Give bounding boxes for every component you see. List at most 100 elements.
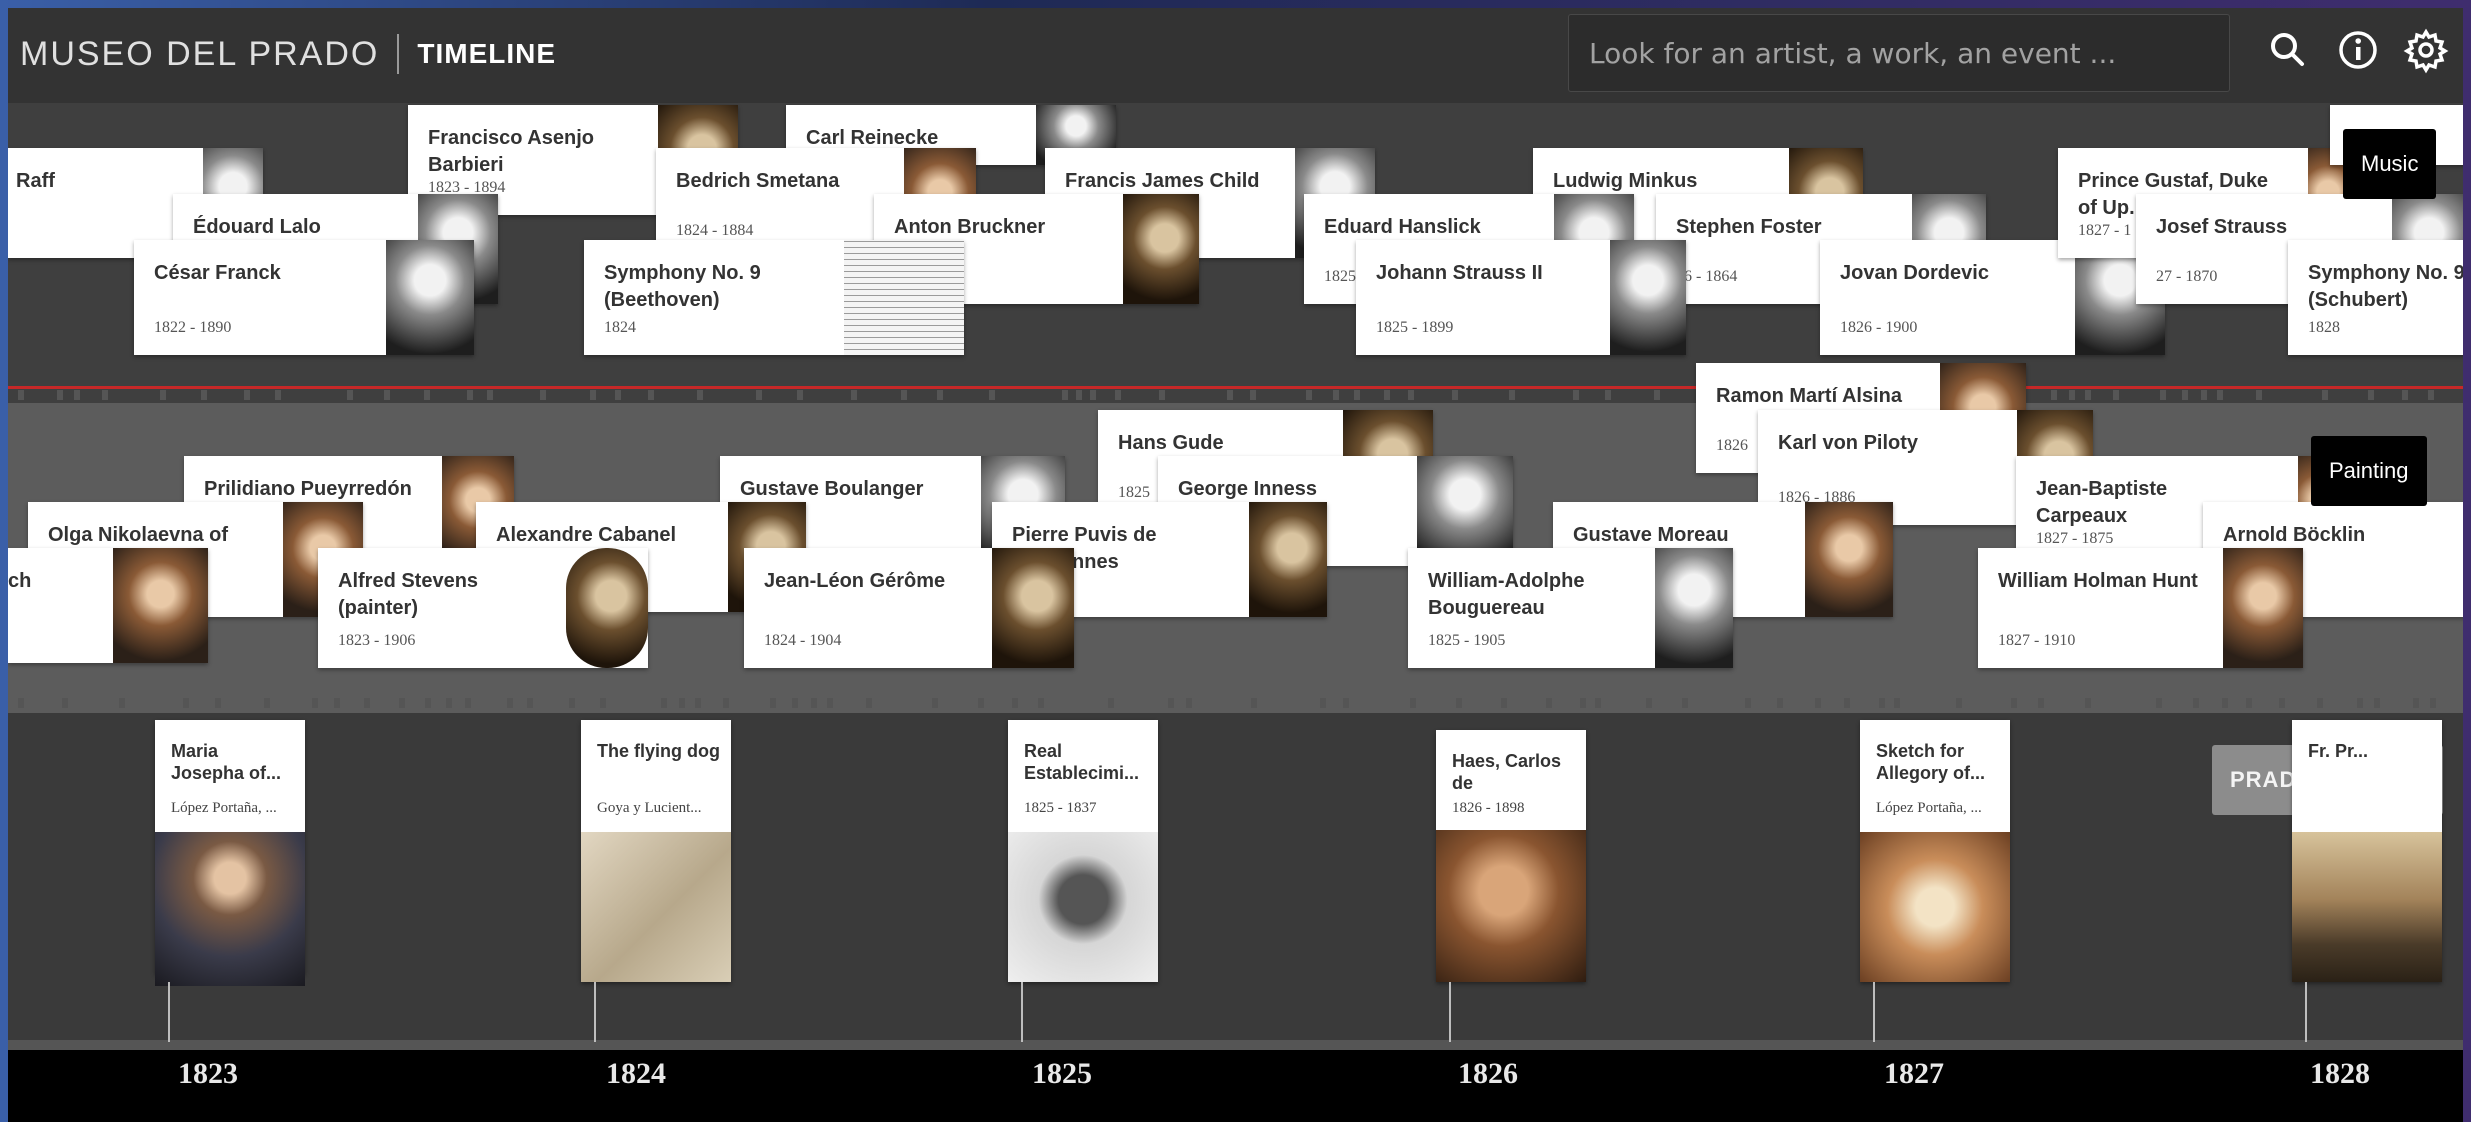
- axis-tick: [2430, 698, 2436, 708]
- card-dates: 1824 - 1884: [676, 222, 754, 239]
- axis-tick: [74, 390, 80, 400]
- card-portrait: [113, 548, 208, 663]
- axis-tick: [1090, 390, 1096, 400]
- prado-card-sketch-allegory[interactable]: Sketch for Allegory of... López Portaña,…: [1860, 720, 2010, 982]
- card-manuscript: [844, 240, 964, 355]
- axis-tick: [364, 698, 370, 708]
- axis-tick: [792, 698, 798, 708]
- info-icon[interactable]: [2334, 26, 2382, 74]
- axis-tick: [1227, 390, 1233, 400]
- axis-tick: [1251, 698, 1257, 708]
- painting-card-stevens[interactable]: Alfred Stevens (painter) 1823 - 1906: [318, 548, 648, 668]
- axis-tick: [978, 698, 984, 708]
- axis-tick: [1012, 698, 1018, 708]
- axis-tick: [62, 698, 68, 708]
- axis-tick: [1956, 698, 1962, 708]
- top-bar: MUSEO DEL PRADO TIMELINE: [8, 8, 2463, 103]
- axis-tick: [507, 698, 513, 708]
- axis-tick: [1168, 698, 1174, 708]
- axis-tick: [1501, 698, 1507, 708]
- card-title: Haes, Carlos de: [1452, 751, 1562, 793]
- card-name: Josef Strauss: [2156, 216, 2288, 238]
- axis-tick: [2402, 390, 2408, 400]
- card-name: Gustave Moreau: [1573, 524, 1729, 546]
- axis-tick: [1682, 698, 1688, 708]
- category-painting-label[interactable]: Painting: [2311, 436, 2427, 506]
- painting-card-gerome[interactable]: Jean-Léon Gérôme 1824 - 1904: [744, 548, 1074, 668]
- axis-tick: [615, 390, 621, 400]
- card-name: Francis James Child: [1065, 170, 1260, 192]
- axis-tick: [334, 698, 340, 708]
- axis-tick: [1509, 390, 1515, 400]
- axis-tick: [1306, 390, 1312, 400]
- card-name: Gustave Boulanger: [740, 478, 924, 500]
- prado-card-maria-josepha[interactable]: Maria Josepha of... López Portaña, ...: [155, 720, 305, 986]
- axis-tick: [2156, 698, 2162, 708]
- timeline-app: MUSEO DEL PRADO TIMELINE Ra: [8, 8, 2463, 1122]
- search-icon[interactable]: [2264, 26, 2312, 74]
- axis-tick: [1745, 698, 1751, 708]
- card-portrait: [992, 548, 1074, 668]
- card-dates: 1826 - 1900: [1840, 319, 1918, 336]
- card-title: The flying dog: [597, 741, 720, 761]
- card-portrait: [1805, 502, 1893, 617]
- card-portrait: [1249, 502, 1327, 617]
- axis-tick: [540, 390, 546, 400]
- axis-tick: [2113, 390, 2119, 400]
- card-name: William-Adolphe Bouguereau: [1428, 570, 1585, 619]
- axis-tick: [2368, 390, 2374, 400]
- axis-tick: [312, 698, 318, 708]
- axis-tick: [937, 390, 943, 400]
- category-music-label[interactable]: Music: [2343, 129, 2437, 199]
- prado-card-haes[interactable]: Haes, Carlos de 1826 - 1898: [1436, 730, 1586, 982]
- artwork-thumbnail: [1436, 830, 1586, 982]
- card-dates: 1823 - 1906: [338, 632, 416, 649]
- axis-tick: [465, 698, 471, 708]
- axis-tick: [1546, 698, 1552, 708]
- prado-card-landscape[interactable]: Fr. Pr...: [2292, 720, 2442, 982]
- brand-divider: [397, 34, 400, 74]
- painting-card-hunt[interactable]: William Holman Hunt 1827 - 1910: [1978, 548, 2303, 668]
- music-card-franck[interactable]: César Franck 1822 - 1890: [134, 240, 474, 355]
- axis-tick: [1595, 698, 1601, 708]
- card-stem: [168, 982, 170, 1042]
- axis-tick: [2246, 698, 2252, 708]
- axis-tick: [2322, 390, 2328, 400]
- axis-tick: [2182, 390, 2188, 400]
- year-label: 1823: [178, 1057, 238, 1090]
- axis-tick: [2413, 698, 2419, 708]
- axis-tick: [679, 698, 685, 708]
- music-card-schubert-9[interactable]: Symphony No. 9 (Schubert) 1828: [2288, 240, 2463, 355]
- gear-icon[interactable]: [2402, 26, 2450, 74]
- artwork-thumbnail: [155, 832, 305, 986]
- axis-tick: [661, 698, 667, 708]
- axis-tick: [2038, 698, 2044, 708]
- axis-tick: [446, 698, 452, 708]
- axis-tick: [770, 698, 776, 708]
- axis-tick: [527, 698, 533, 708]
- axis-tick: [1333, 390, 1339, 400]
- card-name: Édouard Lalo: [193, 216, 321, 238]
- card-name: Jovan Dordevic: [1840, 262, 1989, 284]
- axis-tick: [1410, 698, 1416, 708]
- axis-tick: [2011, 698, 2017, 708]
- axis-tick: [2217, 390, 2223, 400]
- prado-card-flying-dog[interactable]: The flying dog Goya y Lucient...: [581, 720, 731, 982]
- card-dates: 1825 - 1905: [1428, 632, 1506, 649]
- year-axis[interactable]: [8, 1050, 2463, 1122]
- axis-tick: [797, 390, 803, 400]
- prado-axis-line: [8, 1040, 2463, 1050]
- brand[interactable]: MUSEO DEL PRADO TIMELINE: [20, 34, 556, 74]
- painting-card-ch[interactable]: ch: [8, 548, 208, 663]
- card-name: George Inness: [1178, 478, 1317, 500]
- axis-tick: [1844, 698, 1850, 708]
- music-card-beethoven-9[interactable]: Symphony No. 9 (Beethoven) 1824: [584, 240, 964, 355]
- search-input[interactable]: [1568, 14, 2230, 92]
- axis-tick: [1384, 390, 1390, 400]
- music-card-strauss-ii[interactable]: Johann Strauss II 1825 - 1899: [1356, 240, 1686, 355]
- axis-tick: [2069, 390, 2075, 400]
- prado-card-real-establecimiento[interactable]: Real Establecimi... 1825 - 1837: [1008, 720, 1158, 982]
- axis-tick: [487, 390, 493, 400]
- axis-tick: [2428, 390, 2434, 400]
- painting-card-bouguereau[interactable]: William-Adolphe Bouguereau 1825 - 1905: [1408, 548, 1733, 668]
